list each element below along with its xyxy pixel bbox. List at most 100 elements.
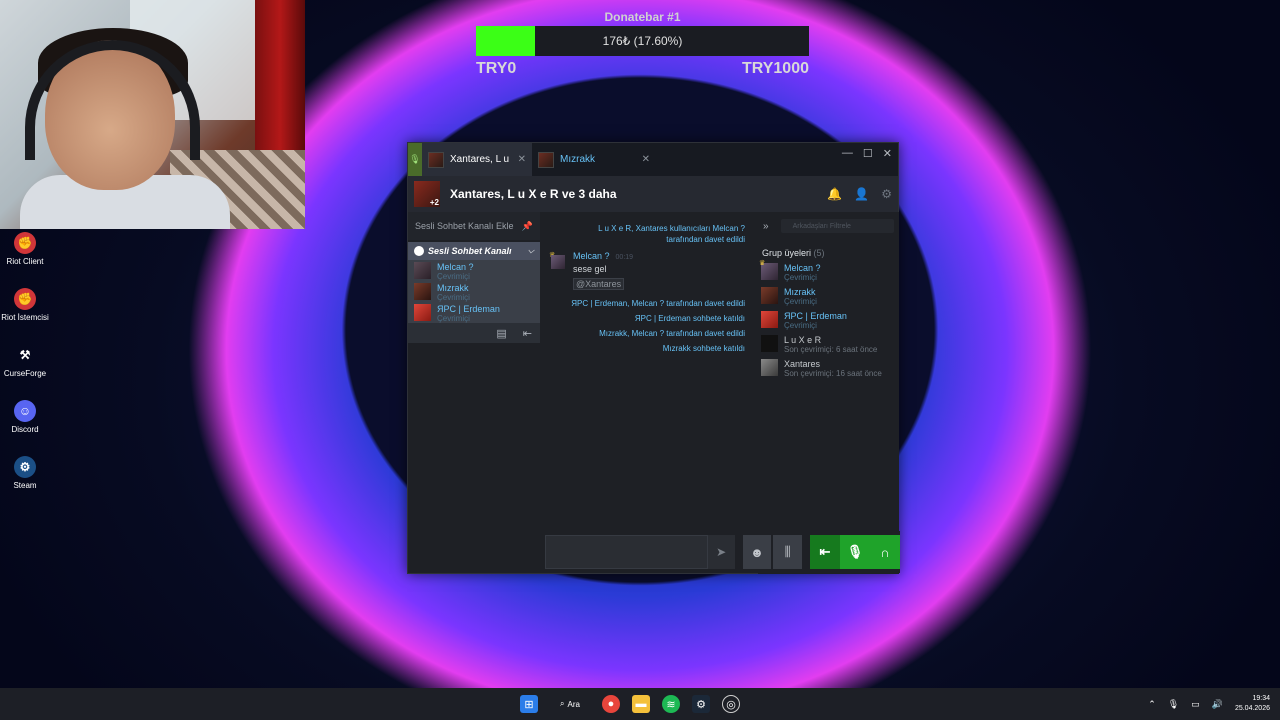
- file-explorer-icon[interactable]: ▬: [632, 695, 650, 713]
- close-icon[interactable]: ✕: [883, 147, 892, 160]
- chat-message: ♛ Melcan ?00:19 sese gel @Xantares: [543, 251, 755, 292]
- system-message: ЯPC | Erdeman sohbete katıldı: [634, 314, 745, 323]
- donatebar-progress-label: 176₺ (17.60%): [602, 34, 683, 48]
- voice-member[interactable]: Melcan ? Çevrimiçi: [408, 260, 540, 281]
- maximize-icon[interactable]: ☐: [863, 147, 873, 160]
- emoticon-icon[interactable]: ☻: [742, 535, 772, 569]
- taskbar: ⊞ ⌕ Ara ● ▬ ≋ ⚙ ◎ ⌃ 🎙 ▭ 🔊 19:34 25.04.202…: [0, 688, 1280, 720]
- send-icon[interactable]: ➤: [707, 535, 735, 569]
- donatebar-title: Donatebar #1: [604, 10, 681, 24]
- member-name: ЯPC | Erdeman: [437, 304, 500, 314]
- message-list: L u X e R, Xantares kullanıcıları Melcan…: [543, 212, 755, 532]
- leave-voice-button[interactable]: ⇤: [809, 535, 840, 569]
- filter-placeholder: Arkadaşları Filtrele: [792, 222, 851, 230]
- steam-icon[interactable]: ⚙: [692, 695, 710, 713]
- chat-tabbar: 🎙 Xantares, L u ✕ Mızrakk ✕ — ☐ ✕: [408, 143, 898, 176]
- search-label: Ara: [567, 699, 580, 709]
- avatar: [761, 287, 778, 304]
- friend-filter-input[interactable]: Arkadaşları Filtrele: [780, 219, 894, 233]
- crown-icon: ♛: [759, 260, 766, 267]
- system-clock[interactable]: 19:34 25.04.2026: [1235, 694, 1270, 714]
- member-name: ЯPC | Erdeman: [784, 311, 847, 321]
- clock-time: 19:34: [1252, 695, 1270, 702]
- attach-icon[interactable]: ⫼: [773, 535, 802, 569]
- voice-member[interactable]: ЯPC | Erdeman Çevrimiçi: [408, 302, 540, 323]
- avatar: [414, 304, 431, 321]
- desktop-icon-curseforge[interactable]: ⚒ CurseForge: [0, 344, 50, 378]
- mention-tag[interactable]: @Xantares: [573, 278, 625, 290]
- member-status: Çevrimiçi: [784, 297, 817, 306]
- gear-icon[interactable]: ⚙: [881, 187, 892, 201]
- desktop-icon-steam[interactable]: ⚙ Steam: [0, 456, 50, 490]
- voice-channel-panel: Sesli Sohbet Kanalı Ekle 📌 Sesli Sohbet …: [408, 212, 540, 573]
- clock-date: 25.04.2026: [1234, 705, 1270, 712]
- minimize-icon[interactable]: —: [842, 147, 853, 160]
- group-name: Xantares, L u X e R ve 3 daha: [450, 187, 617, 201]
- search-icon: ⌕: [560, 699, 565, 708]
- collapse-members-icon[interactable]: »: [763, 221, 769, 232]
- windows-start-icon[interactable]: ⊞: [520, 695, 538, 713]
- message-author[interactable]: Melcan ?: [573, 251, 610, 261]
- group-member[interactable]: Mızrakk Çevrimiçi: [758, 285, 899, 309]
- webcam-overlay: [0, 0, 305, 229]
- desktop-icon-riot-istemcisi[interactable]: ✊ Riot İstemcisi: [0, 288, 50, 322]
- tab-label: Mızrakk: [560, 154, 595, 165]
- pin-icon[interactable]: 📌: [522, 221, 533, 232]
- member-name: Mızrakk: [784, 287, 816, 297]
- avatar: [414, 283, 431, 300]
- add-voice-channel-button[interactable]: Sesli Sohbet Kanalı Ekle 📌: [408, 212, 540, 240]
- donatebar-track: 176₺ (17.60%): [476, 26, 809, 56]
- close-tab-icon[interactable]: ✕: [642, 154, 650, 165]
- desktop-icon-label: Discord: [11, 425, 39, 434]
- group-members-label: Grup üyeleri: [762, 248, 812, 258]
- chrome-icon[interactable]: ●: [602, 695, 620, 713]
- voice-channel-icon: [414, 246, 424, 256]
- member-status: Çevrimiçi: [784, 273, 817, 282]
- desktop-icon-discord[interactable]: ☺ Discord: [0, 400, 50, 434]
- voice-member[interactable]: Mızrakk Çevrimiçi: [408, 281, 540, 302]
- close-tab-icon[interactable]: ✕: [518, 154, 526, 165]
- add-voice-label: Sesli Sohbet Kanalı Ekle: [415, 221, 514, 231]
- voice-channel[interactable]: Sesli Sohbet Kanalı ⌵ Melcan ? Çevrimiçi…: [408, 242, 540, 343]
- avatar: [414, 262, 431, 279]
- avatar: [538, 151, 554, 168]
- spotify-icon[interactable]: ≋: [662, 695, 680, 713]
- headphones-icon[interactable]: ∩: [870, 535, 900, 569]
- group-member[interactable]: Xantares Son çevrimiçi: 16 saat önce: [758, 357, 899, 381]
- tab-group-chat[interactable]: 🎙 Xantares, L u ✕: [408, 143, 532, 176]
- network-icon[interactable]: ▭: [1191, 699, 1200, 710]
- curseforge-icon: ⚒: [19, 348, 31, 362]
- riot-icon: ✊: [14, 232, 36, 254]
- voice-controls: ⇤ 🎙 ∩: [809, 535, 900, 569]
- group-member[interactable]: ЯPC | Erdeman Çevrimiçi: [758, 309, 899, 333]
- avatar: [761, 311, 778, 328]
- bell-icon[interactable]: 🔔: [827, 187, 842, 201]
- leave-voice-icon[interactable]: ⇤: [523, 327, 532, 340]
- invite-friend-icon[interactable]: 👤: [854, 187, 869, 201]
- microphone-icon[interactable]: 🎙: [840, 535, 870, 569]
- taskbar-search[interactable]: ⌕ Ara: [550, 695, 590, 713]
- group-members-title: Grup üyeleri (5): [758, 240, 899, 261]
- chevron-up-icon[interactable]: ⌃: [1148, 699, 1156, 710]
- app-icon[interactable]: ◎: [722, 695, 740, 713]
- group-member[interactable]: ♛ Melcan ? Çevrimiçi: [758, 260, 899, 285]
- member-name: L u X e R: [784, 335, 822, 345]
- steam-icon: ⚙: [14, 456, 36, 478]
- system-message: L u X e R, Xantares kullanıcıları Melcan…: [598, 224, 745, 244]
- avatar[interactable]: [551, 255, 565, 269]
- steam-chat-window: 🎙 Xantares, L u ✕ Mızrakk ✕ — ☐ ✕ +2 Xan…: [407, 142, 900, 574]
- member-status: Çevrimiçi: [437, 314, 470, 323]
- volume-icon[interactable]: 🔊: [1212, 699, 1223, 710]
- member-name: Xantares: [784, 359, 821, 369]
- system-message: ЯPC | Erdeman, Melcan ? tarafından davet…: [571, 299, 745, 308]
- desktop-icon-label: Riot İstemcisi: [1, 313, 49, 322]
- microphone-tray-icon[interactable]: 🎙: [1168, 699, 1179, 710]
- message-input[interactable]: [545, 535, 708, 569]
- chevron-down-icon[interactable]: ⌵: [528, 246, 534, 256]
- group-member[interactable]: L u X e R Son çevrimiçi: 6 saat önce: [758, 333, 899, 357]
- system-message: Mızrakk sohbete katıldı: [662, 344, 745, 353]
- member-status: Çevrimiçi: [784, 321, 817, 330]
- voice-settings-icon[interactable]: ▤: [496, 327, 506, 340]
- tab-mizrakk[interactable]: Mızrakk ✕: [532, 143, 656, 176]
- desktop-icon-riot-client[interactable]: ✊ Riot Client: [0, 232, 50, 266]
